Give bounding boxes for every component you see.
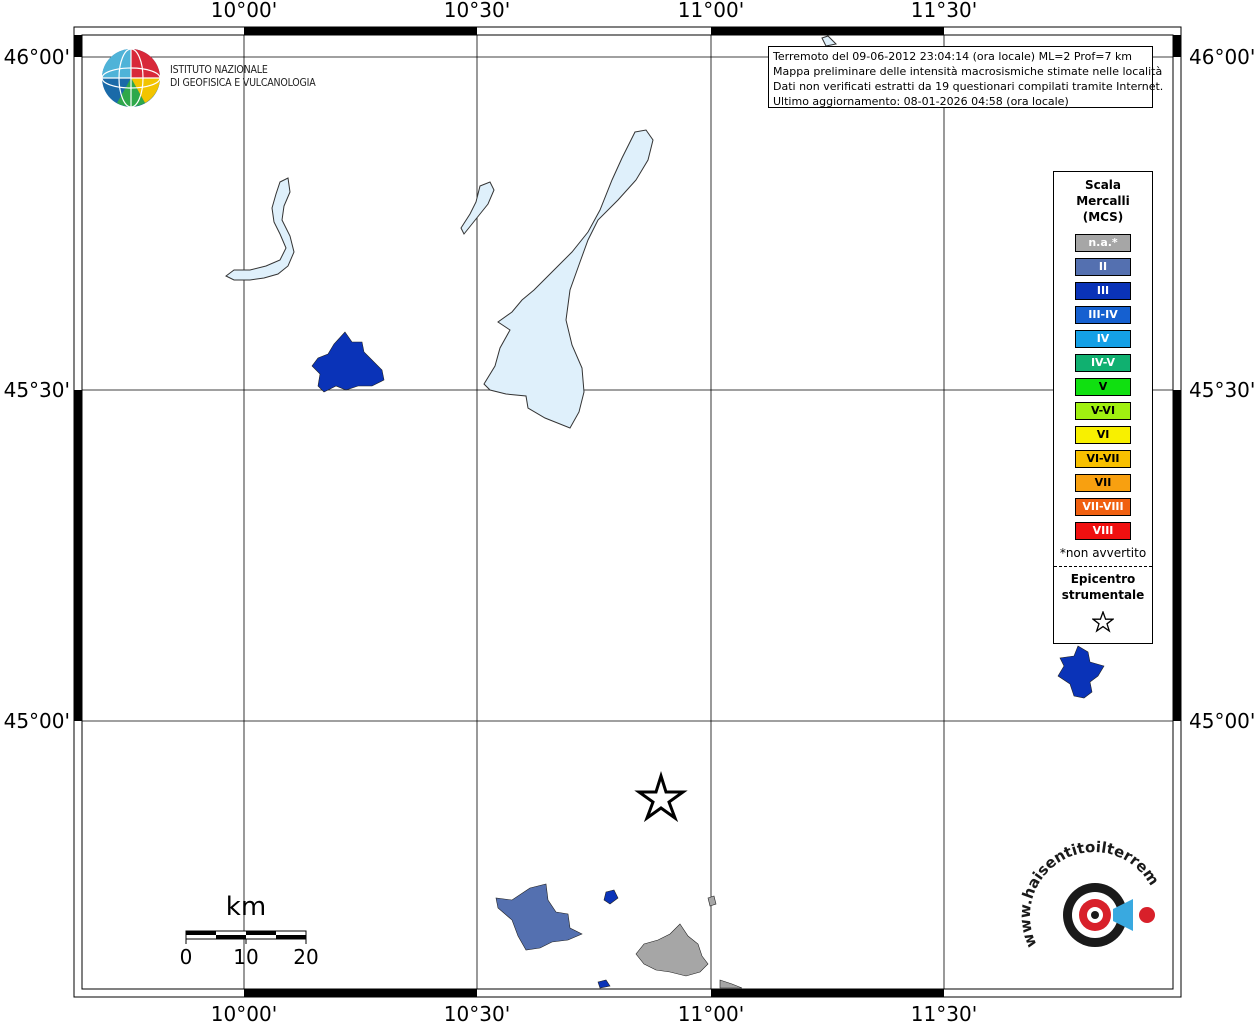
event-info-box: Terremoto del 09-06-2012 23:04:14 (ora l… [768,46,1164,108]
bottom-longitude-labels: 10°00' 10°30' 11°00' 11°30' [211,1002,977,1024]
legend-note: *non avvertito [1059,546,1147,560]
legend-star-icon [1054,610,1152,637]
legend-swatch: IV-V [1075,354,1131,372]
legend-swatch: V-VI [1075,402,1131,420]
intensity-legend: Scala Mercalli (MCS) n.a.* II III III-IV IV I… [1053,171,1153,644]
legend-epicentre-line1: Epicentro [1070,572,1136,586]
scale-tick-10: 10 [233,945,258,969]
legend-divider [1054,566,1152,567]
legend-swatch: VIII [1075,522,1131,540]
legend-swatch: n.a.* [1075,234,1131,252]
ingv-globe-icon [101,48,161,108]
scale-unit: km [226,892,266,922]
lon-label: 10°30' [444,1002,510,1024]
lon-label: 10°00' [211,0,277,22]
legend-swatch: III-IV [1075,306,1131,324]
lat-label: 45°00' [4,709,70,733]
lat-label: 45°30' [1189,378,1255,402]
lat-label: 45°00' [1189,709,1255,733]
legend-title-line1: Scala [1084,178,1122,192]
legend-swatch: III [1075,282,1131,300]
lon-label: 10°00' [211,1002,277,1024]
legend-swatch: VI-VII [1075,450,1131,468]
legend-swatch-list: n.a.* II III III-IV IV IV-V V V-VI VI VI-VII VII VI… [1054,234,1152,540]
legend-swatch: II [1075,258,1131,276]
legend-epicentre-line2: strumentale [1061,588,1145,602]
institute-name-line1: ISTITUTO NAZIONALE [170,64,268,76]
legend-title-line3: (MCS) [1082,210,1124,224]
info-line-data: Dati non verificati estratti da 19 quest… [773,80,1164,93]
legend-swatch: IV [1075,330,1131,348]
info-line-updated: Ultimo aggiornamento: 08-01-2026 04:58 (… [773,95,1069,108]
lon-label: 11°30' [911,1002,977,1024]
legend-swatch: VI [1075,426,1131,444]
lat-label: 45°30' [4,378,70,402]
info-line-map: Mappa preliminare delle intensità macros… [773,65,1163,78]
legend-swatch: VII-VIII [1075,498,1131,516]
lon-label: 10°30' [444,0,510,22]
scale-tick-0: 0 [180,945,193,969]
legend-swatch: VII [1075,474,1131,492]
lat-label: 46°00' [1189,45,1255,69]
right-latitude-labels: 46°00' 45°30' 45°00' [1189,45,1255,733]
institute-name: ISTITUTO NAZIONALE DI GEOFISICA E VULCAN… [170,64,316,90]
lat-label: 46°00' [4,45,70,69]
info-line-event: Terremoto del 09-06-2012 23:04:14 (ora l… [773,50,1133,63]
lon-label: 11°30' [911,0,977,22]
lon-label: 11°00' [678,1002,744,1024]
top-longitude-labels: 10°00' 10°30' 11°00' 11°30' [211,0,977,22]
institute-name-line2: DI GEOFISICA E VULCANOLOGIA [170,77,316,89]
left-latitude-labels: 46°00' 45°30' 45°00' [4,45,70,733]
lon-label: 11°00' [678,0,744,22]
legend-title: Scala Mercalli (MCS) [1054,177,1152,225]
legend-title-line2: Mercalli [1076,194,1130,208]
legend-epicentre-label: Epicentro strumentale [1054,571,1152,603]
scale-tick-20: 20 [293,945,318,969]
legend-swatch: V [1075,378,1131,396]
